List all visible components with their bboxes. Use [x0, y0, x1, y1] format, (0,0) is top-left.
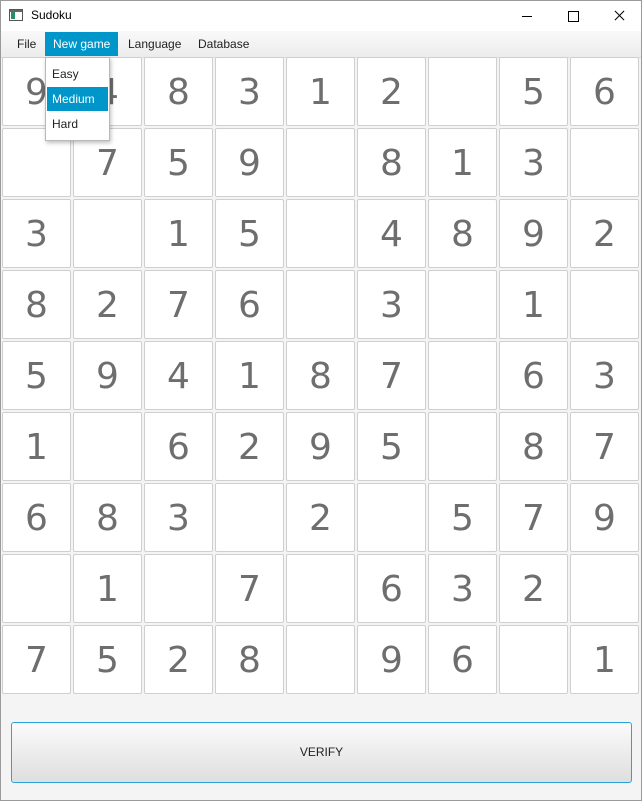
sudoku-cell[interactable]: 8: [2, 270, 71, 339]
window-title: Sudoku: [31, 8, 72, 22]
sudoku-cell[interactable]: [286, 128, 355, 197]
sudoku-cell[interactable]: [357, 483, 426, 552]
sudoku-cell[interactable]: 5: [428, 483, 497, 552]
sudoku-cell[interactable]: 6: [144, 412, 213, 481]
sudoku-cell[interactable]: 9: [357, 625, 426, 694]
sudoku-cell[interactable]: 4: [144, 341, 213, 410]
menu-language[interactable]: Language: [120, 32, 189, 56]
sudoku-cell[interactable]: [428, 341, 497, 410]
sudoku-cell[interactable]: [570, 554, 639, 623]
sudoku-cell[interactable]: [499, 625, 568, 694]
sudoku-cell[interactable]: 5: [357, 412, 426, 481]
sudoku-cell[interactable]: 8: [286, 341, 355, 410]
sudoku-cell[interactable]: 1: [215, 341, 284, 410]
sudoku-cell[interactable]: 5: [144, 128, 213, 197]
sudoku-cell[interactable]: 7: [499, 483, 568, 552]
sudoku-cell[interactable]: [286, 199, 355, 268]
sudoku-cell[interactable]: 6: [2, 483, 71, 552]
sudoku-cell[interactable]: 1: [570, 625, 639, 694]
sudoku-cell[interactable]: 2: [215, 412, 284, 481]
sudoku-cell[interactable]: 8: [73, 483, 142, 552]
difficulty-hard[interactable]: Hard: [47, 112, 108, 136]
sudoku-cell[interactable]: [428, 412, 497, 481]
sudoku-cell[interactable]: 6: [570, 57, 639, 126]
sudoku-cell[interactable]: 6: [357, 554, 426, 623]
sudoku-cell[interactable]: 1: [2, 412, 71, 481]
sudoku-cell[interactable]: 9: [286, 412, 355, 481]
app-window: Sudoku File New game Language Database 9…: [0, 0, 642, 801]
sudoku-cell[interactable]: 3: [428, 554, 497, 623]
verify-button[interactable]: VERIFY: [11, 722, 632, 783]
sudoku-cell[interactable]: 8: [215, 625, 284, 694]
sudoku-cell[interactable]: 8: [428, 199, 497, 268]
sudoku-cell[interactable]: 3: [2, 199, 71, 268]
sudoku-cell[interactable]: [428, 270, 497, 339]
sudoku-cell[interactable]: 2: [73, 270, 142, 339]
sudoku-cell[interactable]: [286, 625, 355, 694]
sudoku-cell[interactable]: 3: [570, 341, 639, 410]
sudoku-cell[interactable]: 2: [286, 483, 355, 552]
sudoku-cell[interactable]: 7: [215, 554, 284, 623]
sudoku-cell[interactable]: 8: [499, 412, 568, 481]
sudoku-app-icon: [9, 9, 23, 21]
sudoku-cell[interactable]: [286, 554, 355, 623]
sudoku-cell[interactable]: [215, 483, 284, 552]
difficulty-medium[interactable]: Medium: [47, 87, 108, 111]
minimize-icon[interactable]: [504, 1, 550, 31]
sudoku-cell[interactable]: [570, 128, 639, 197]
sudoku-cell[interactable]: [144, 554, 213, 623]
sudoku-cell[interactable]: 6: [215, 270, 284, 339]
difficulty-easy[interactable]: Easy: [47, 62, 108, 86]
sudoku-cell[interactable]: 5: [2, 341, 71, 410]
sudoku-cell[interactable]: 9: [215, 128, 284, 197]
new-game-dropdown: Easy Medium Hard: [45, 57, 110, 141]
sudoku-cell[interactable]: 9: [570, 483, 639, 552]
menu-new-game[interactable]: New game: [45, 32, 119, 56]
sudoku-cell[interactable]: 4: [357, 199, 426, 268]
sudoku-board: 9483125675981331548928276315941876316295…: [2, 57, 641, 697]
sudoku-cell[interactable]: 6: [428, 625, 497, 694]
close-icon[interactable]: [596, 1, 642, 31]
sudoku-cell[interactable]: [428, 57, 497, 126]
sudoku-cell[interactable]: 3: [215, 57, 284, 126]
sudoku-cell[interactable]: 1: [144, 199, 213, 268]
sudoku-cell[interactable]: [2, 554, 71, 623]
sudoku-cell[interactable]: 7: [357, 341, 426, 410]
sudoku-cell[interactable]: 8: [357, 128, 426, 197]
sudoku-cell[interactable]: 5: [73, 625, 142, 694]
sudoku-cell[interactable]: 1: [499, 270, 568, 339]
sudoku-cell[interactable]: 9: [73, 341, 142, 410]
menu-database[interactable]: Database: [190, 32, 257, 56]
sudoku-cell[interactable]: 7: [144, 270, 213, 339]
sudoku-cell[interactable]: [73, 199, 142, 268]
sudoku-cell[interactable]: 1: [73, 554, 142, 623]
sudoku-cell[interactable]: [286, 270, 355, 339]
menu-file[interactable]: File: [9, 32, 44, 56]
sudoku-cell[interactable]: 5: [499, 57, 568, 126]
sudoku-cell[interactable]: 3: [357, 270, 426, 339]
sudoku-cell[interactable]: 9: [499, 199, 568, 268]
sudoku-cell[interactable]: [73, 412, 142, 481]
sudoku-cell[interactable]: 7: [570, 412, 639, 481]
sudoku-cell[interactable]: 8: [144, 57, 213, 126]
title-bar: Sudoku: [1, 1, 641, 31]
sudoku-cell[interactable]: 2: [570, 199, 639, 268]
sudoku-cell[interactable]: [570, 270, 639, 339]
sudoku-cell[interactable]: 1: [428, 128, 497, 197]
sudoku-cell[interactable]: 2: [357, 57, 426, 126]
sudoku-cell[interactable]: 3: [144, 483, 213, 552]
menu-bar: File New game Language Database: [1, 31, 641, 58]
sudoku-cell[interactable]: 1: [286, 57, 355, 126]
sudoku-cell[interactable]: 2: [499, 554, 568, 623]
maximize-icon[interactable]: [550, 1, 596, 31]
sudoku-cell[interactable]: 7: [2, 625, 71, 694]
sudoku-cell[interactable]: 2: [144, 625, 213, 694]
sudoku-cell[interactable]: 3: [499, 128, 568, 197]
sudoku-cell[interactable]: 6: [499, 341, 568, 410]
sudoku-cell[interactable]: 5: [215, 199, 284, 268]
